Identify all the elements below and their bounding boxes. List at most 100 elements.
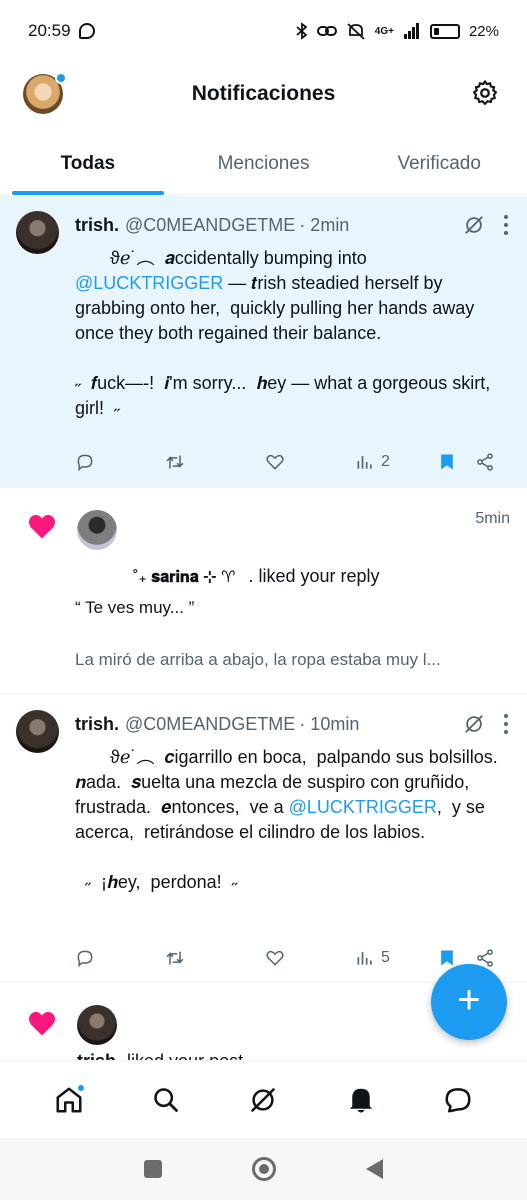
notification-text: ˚₊ 𝐬𝐚𝐫𝐢𝐧𝐚 ⊹ ♈ . liked your reply (77, 566, 511, 587)
views-count: 5 (381, 949, 390, 966)
nav-grok[interactable] (246, 1083, 280, 1117)
recents-button[interactable] (144, 1160, 162, 1178)
actor-name[interactable]: ˚₊ 𝐬𝐚𝐫𝐢𝐧𝐚 ⊹ ♈ (133, 569, 235, 586)
author-avatar[interactable] (16, 710, 59, 753)
messages-icon (445, 1087, 471, 1112)
post-header: trish. @C0MEANDGETME · 2min (75, 214, 509, 236)
system-nav-bar (0, 1138, 527, 1200)
tab-menciones[interactable]: Menciones (176, 128, 352, 194)
mention-post[interactable]: trish. @C0MEANDGETME · 2min ϑℯ˙︵ 𝒂cciden… (0, 196, 527, 488)
author-name[interactable]: trish. (75, 714, 119, 735)
post-time: · 2min (299, 214, 350, 235)
network-label: 4G+ (374, 25, 394, 37)
settings-gear-icon[interactable] (471, 79, 499, 107)
tab-label: Verificado (397, 153, 481, 174)
mention-post[interactable]: trish. @C0MEANDGETME · 10min ϑℯ˙︵ 𝒄igarr… (0, 695, 527, 983)
like-icon (266, 950, 284, 966)
tab-label: Todas (60, 153, 116, 174)
status-time: 20:59 (28, 21, 71, 40)
link-icon (316, 26, 337, 36)
reply-button[interactable] (75, 452, 165, 472)
search-icon (154, 1087, 178, 1112)
notifications-icon (349, 1088, 373, 1112)
signal-icon (403, 23, 419, 39)
mention-link[interactable]: @LUCKTRIGGER (289, 797, 437, 817)
author-handle[interactable]: @C0MEANDGETME (125, 714, 295, 735)
share-icon (477, 453, 493, 471)
page-title: Notificaciones (191, 82, 336, 105)
like-icon (266, 454, 284, 470)
post-actions: 2 (75, 450, 511, 474)
bookmark-filled-icon (441, 454, 453, 470)
bookmark-button[interactable] (437, 452, 475, 472)
status-icons: 4G+ 22% (296, 22, 499, 40)
repost-icon (166, 951, 184, 965)
repost-button[interactable] (165, 452, 265, 472)
post-body: ϑℯ˙︵ 𝒄igarrillo en boca, palpando sus bo… (75, 745, 507, 895)
grok-icon (251, 1087, 276, 1112)
nav-messages[interactable] (441, 1083, 475, 1117)
author-handle[interactable]: @C0MEANDGETME (125, 215, 295, 236)
tab-todas[interactable]: Todas (0, 128, 176, 195)
active-tab-indicator (12, 191, 164, 195)
post-time: · 10min (299, 713, 360, 734)
actor-avatar[interactable] (77, 1005, 117, 1045)
tab-verificado[interactable]: Verificado (351, 128, 527, 194)
mute-icon (347, 23, 365, 40)
liked-reply-quote: “ Te ves muy... ” (75, 598, 195, 617)
more-options-icon[interactable] (503, 215, 509, 235)
more-options-icon[interactable] (503, 714, 509, 734)
home-system-button[interactable] (252, 1157, 276, 1181)
battery-icon (429, 23, 460, 39)
back-button[interactable] (366, 1159, 383, 1179)
grok-icon[interactable] (463, 713, 485, 735)
bluetooth-icon (296, 22, 308, 40)
like-button[interactable] (265, 948, 355, 968)
tab-bar: Todas Menciones Verificado (0, 128, 527, 195)
repost-icon (166, 455, 184, 469)
chat-notification-icon (78, 23, 95, 39)
notification-action: . liked your reply (248, 566, 380, 586)
like-notification[interactable]: 5min ˚₊ 𝐬𝐚𝐫𝐢𝐧𝐚 ⊹ ♈ . liked your reply “ … (0, 488, 527, 695)
heart-icon (29, 514, 55, 539)
liked-reply-preview[interactable]: La miró de arriba a abajo, la ropa estab… (75, 650, 511, 670)
unread-dot (75, 1082, 86, 1093)
post-text: ϑℯ˙︵ 𝒂ccidentally bumping into (75, 248, 367, 268)
post-body: ϑℯ˙︵ 𝒂ccidentally bumping into @LUCKTRIG… (75, 246, 507, 421)
heart-icon (29, 1011, 55, 1036)
reply-button[interactable] (75, 948, 165, 968)
nav-notifications[interactable] (344, 1083, 378, 1117)
post-header: trish. @C0MEANDGETME · 10min (75, 713, 509, 735)
like-button[interactable] (265, 452, 355, 472)
reply-icon (77, 950, 93, 968)
actor-avatar[interactable] (77, 510, 117, 550)
views-button[interactable]: 5 (355, 948, 437, 968)
reply-icon (77, 454, 93, 472)
header: Notificaciones (0, 62, 527, 128)
author-name[interactable]: trish. (75, 215, 119, 236)
notification-text: trish liked your post (77, 1051, 511, 1060)
views-icon (357, 952, 372, 965)
nav-search[interactable] (149, 1083, 183, 1117)
share-button[interactable] (475, 452, 495, 472)
actor-name[interactable]: trish (77, 1051, 116, 1060)
notification-time: 5min (475, 510, 510, 527)
grok-icon[interactable] (463, 214, 485, 236)
views-icon (357, 456, 372, 469)
views-count: 2 (381, 453, 390, 470)
mention-link[interactable]: @LUCKTRIGGER (75, 273, 223, 293)
status-bar: 20:59 4G+ 22% (0, 0, 527, 62)
tab-label: Menciones (217, 153, 310, 174)
views-button[interactable]: 2 (355, 452, 437, 472)
plus-icon: + (457, 978, 481, 1022)
notification-action: liked your post (127, 1051, 243, 1060)
compose-button[interactable]: + (431, 964, 507, 1040)
post-text: — 𝒕rish steadied herself by grabbing ont… (75, 273, 491, 418)
nav-home[interactable] (52, 1082, 86, 1117)
repost-button[interactable] (165, 948, 265, 968)
battery-percent: 22% (468, 22, 499, 40)
post-actions: 5 (75, 946, 511, 970)
author-avatar[interactable] (16, 211, 59, 254)
bottom-nav (0, 1060, 527, 1138)
bookmark-filled-icon (441, 950, 453, 966)
